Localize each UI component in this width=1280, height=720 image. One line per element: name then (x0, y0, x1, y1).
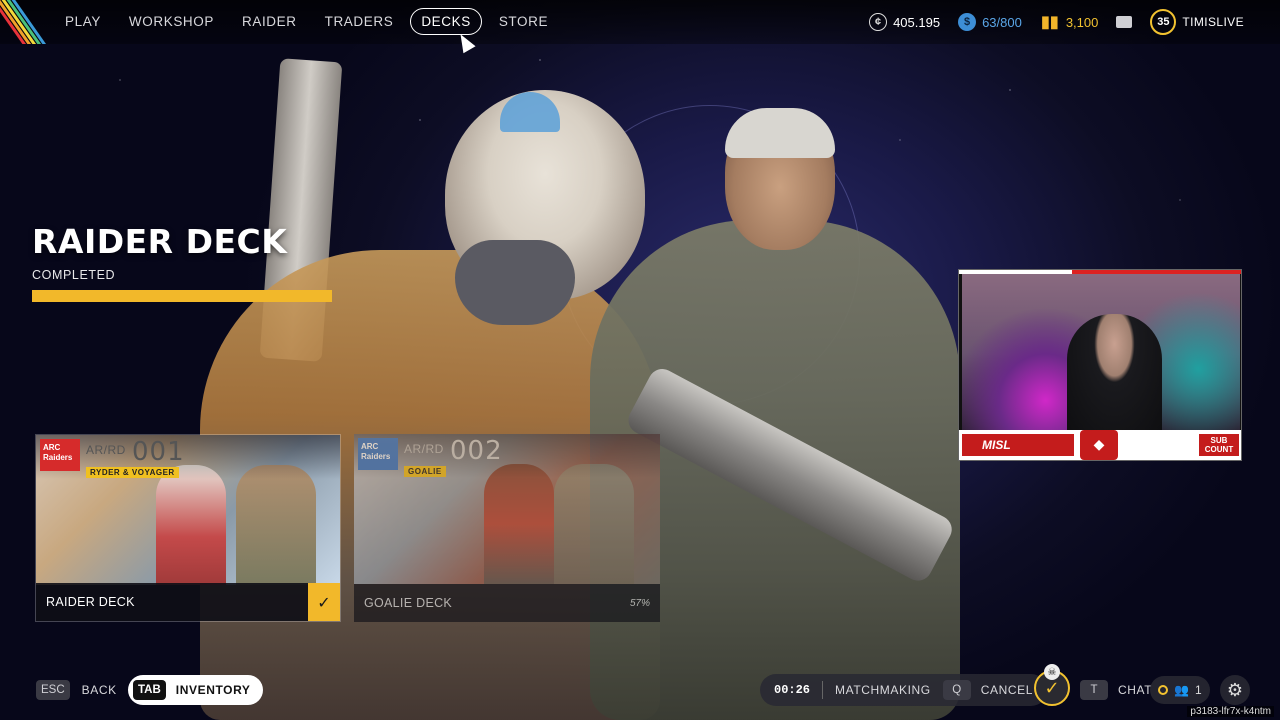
deck-number: 001 (132, 437, 185, 467)
blue-token-display[interactable]: $ 63/800 (958, 13, 1022, 31)
gear-icon[interactable]: ⚙ (1220, 675, 1250, 705)
chat-key: T (1080, 680, 1108, 700)
skull-icon: ☠ (1044, 664, 1060, 680)
deck-card-goalie[interactable]: ARC Raiders AR/RD 002 GOALIE GOALIE DECK… (354, 434, 660, 622)
party-button[interactable]: 👥 1 (1150, 676, 1210, 704)
check-icon: ✓ (308, 583, 340, 621)
back-label: BACK (81, 683, 117, 697)
card-header-band (36, 435, 340, 479)
chat-button[interactable]: T CHAT (1080, 680, 1152, 700)
level-badge: 35 (1150, 9, 1177, 35)
card-figure-voyager (236, 465, 316, 585)
party-icon: 👥 (1174, 683, 1189, 697)
streamer-figure (1067, 314, 1162, 434)
nav-workshop[interactable]: WORKSHOP (118, 8, 225, 35)
sub-count-label: SUB COUNT (1199, 434, 1239, 456)
deck-card-art: ARC Raiders AR/RD 001 RYDER & VOYAGER (36, 435, 340, 585)
webcam-overlay: MISL ◆ SUB COUNT (958, 269, 1242, 461)
deck-code: AR/RD (86, 443, 126, 457)
back-key: ESC (36, 680, 70, 700)
party-count: 1 (1194, 683, 1202, 697)
deck-card-footer: RAIDER DECK ✓ (36, 583, 340, 621)
inventory-label: INVENTORY (175, 683, 251, 697)
character-voyager-hair (725, 108, 835, 158)
username: TIMISLIVE (1182, 15, 1244, 29)
matchmaking-label: MATCHMAKING (835, 683, 931, 697)
deck-code: AR/RD (404, 442, 444, 456)
card-figure-companion (554, 464, 634, 584)
webcam-video (962, 274, 1240, 434)
mail-icon (1116, 16, 1133, 28)
matchmaking-timer: 00:26 (774, 683, 811, 697)
deck-subtitle: RYDER & VOYAGER (86, 467, 179, 478)
divider (822, 681, 824, 699)
blue-token-value: 63/800 (982, 14, 1022, 30)
card-header-band (354, 434, 660, 478)
deck-card-footer: GOALIE DECK 57% (354, 584, 660, 622)
coin-icon: ¢ (869, 13, 888, 31)
top-bar: PLAY WORKSHOP RAIDER TRADERS DECKS STORE… (0, 0, 1280, 44)
dog-logo-icon: ◆ (1080, 430, 1118, 460)
deck-card-label: RAIDER DECK (46, 595, 135, 609)
deck-card-label: GOALIE DECK (364, 596, 453, 610)
gold-currency-value: 3,100 (1065, 14, 1099, 30)
cancel-label: CANCEL (980, 683, 1034, 697)
card-figure-raider (156, 465, 226, 585)
page-title: RAIDER DECK (32, 222, 288, 261)
nav-decks[interactable]: DECKS (410, 8, 482, 35)
misl-logo: MISL (962, 434, 1074, 456)
party-status-icon (1158, 685, 1168, 695)
coins-display[interactable]: ¢ 405.195 (869, 13, 940, 31)
game-logo-stripes (0, 0, 46, 44)
chat-label: CHAT (1118, 683, 1153, 697)
deck-progress-percent: 57% (629, 597, 650, 609)
nav-play[interactable]: PLAY (54, 8, 112, 35)
inventory-button[interactable]: TAB INVENTORY (128, 675, 263, 705)
deck-card-raider[interactable]: ARC Raiders AR/RD 001 RYDER & VOYAGER RA… (35, 434, 341, 622)
nav-traders[interactable]: TRADERS (314, 8, 405, 35)
gold-currency-icon: ▮▮ (1041, 14, 1059, 31)
cancel-key: Q (942, 680, 971, 700)
nav-raider[interactable]: RAIDER (231, 8, 308, 35)
main-nav: PLAY WORKSHOP RAIDER TRADERS DECKS STORE (54, 8, 559, 35)
arc-raiders-logo: ARC Raiders (358, 438, 398, 470)
blue-token-icon: $ (958, 13, 977, 31)
back-button[interactable]: ESC BACK (36, 680, 117, 700)
nav-store[interactable]: STORE (488, 8, 559, 35)
deck-card-art: ARC Raiders AR/RD 002 GOALIE (354, 434, 660, 584)
arc-raiders-logo: ARC Raiders (40, 439, 80, 471)
gold-currency-display[interactable]: ▮▮ 3,100 (1040, 13, 1099, 31)
build-id: p3183-lfr7x-k4ntm (1187, 706, 1274, 717)
mail-button[interactable] (1116, 16, 1133, 28)
card-figure-goalie (484, 464, 554, 584)
coins-value: 405.195 (893, 14, 941, 30)
deck-progress-fill (32, 290, 332, 302)
cancel-button[interactable]: Q CANCEL (942, 680, 1034, 700)
deck-progress-bar (32, 290, 332, 302)
webcam-brand-bar: MISL ◆ SUB COUNT (959, 430, 1241, 460)
deck-subtitle: GOALIE (404, 466, 446, 477)
webcam-bar-fill (1118, 434, 1199, 456)
deck-number: 002 (450, 436, 503, 466)
inventory-key: TAB (133, 680, 166, 700)
profile-button[interactable]: 35 TIMISLIVE (1150, 9, 1244, 35)
character-raider-mask (455, 240, 575, 325)
matchmaking-bar: 00:26 MATCHMAKING Q CANCEL (760, 674, 1048, 706)
deck-status: COMPLETED (32, 268, 116, 282)
currency-bar: ¢ 405.195 $ 63/800 ▮▮ 3,100 35 TIMISLIVE (869, 9, 1244, 35)
